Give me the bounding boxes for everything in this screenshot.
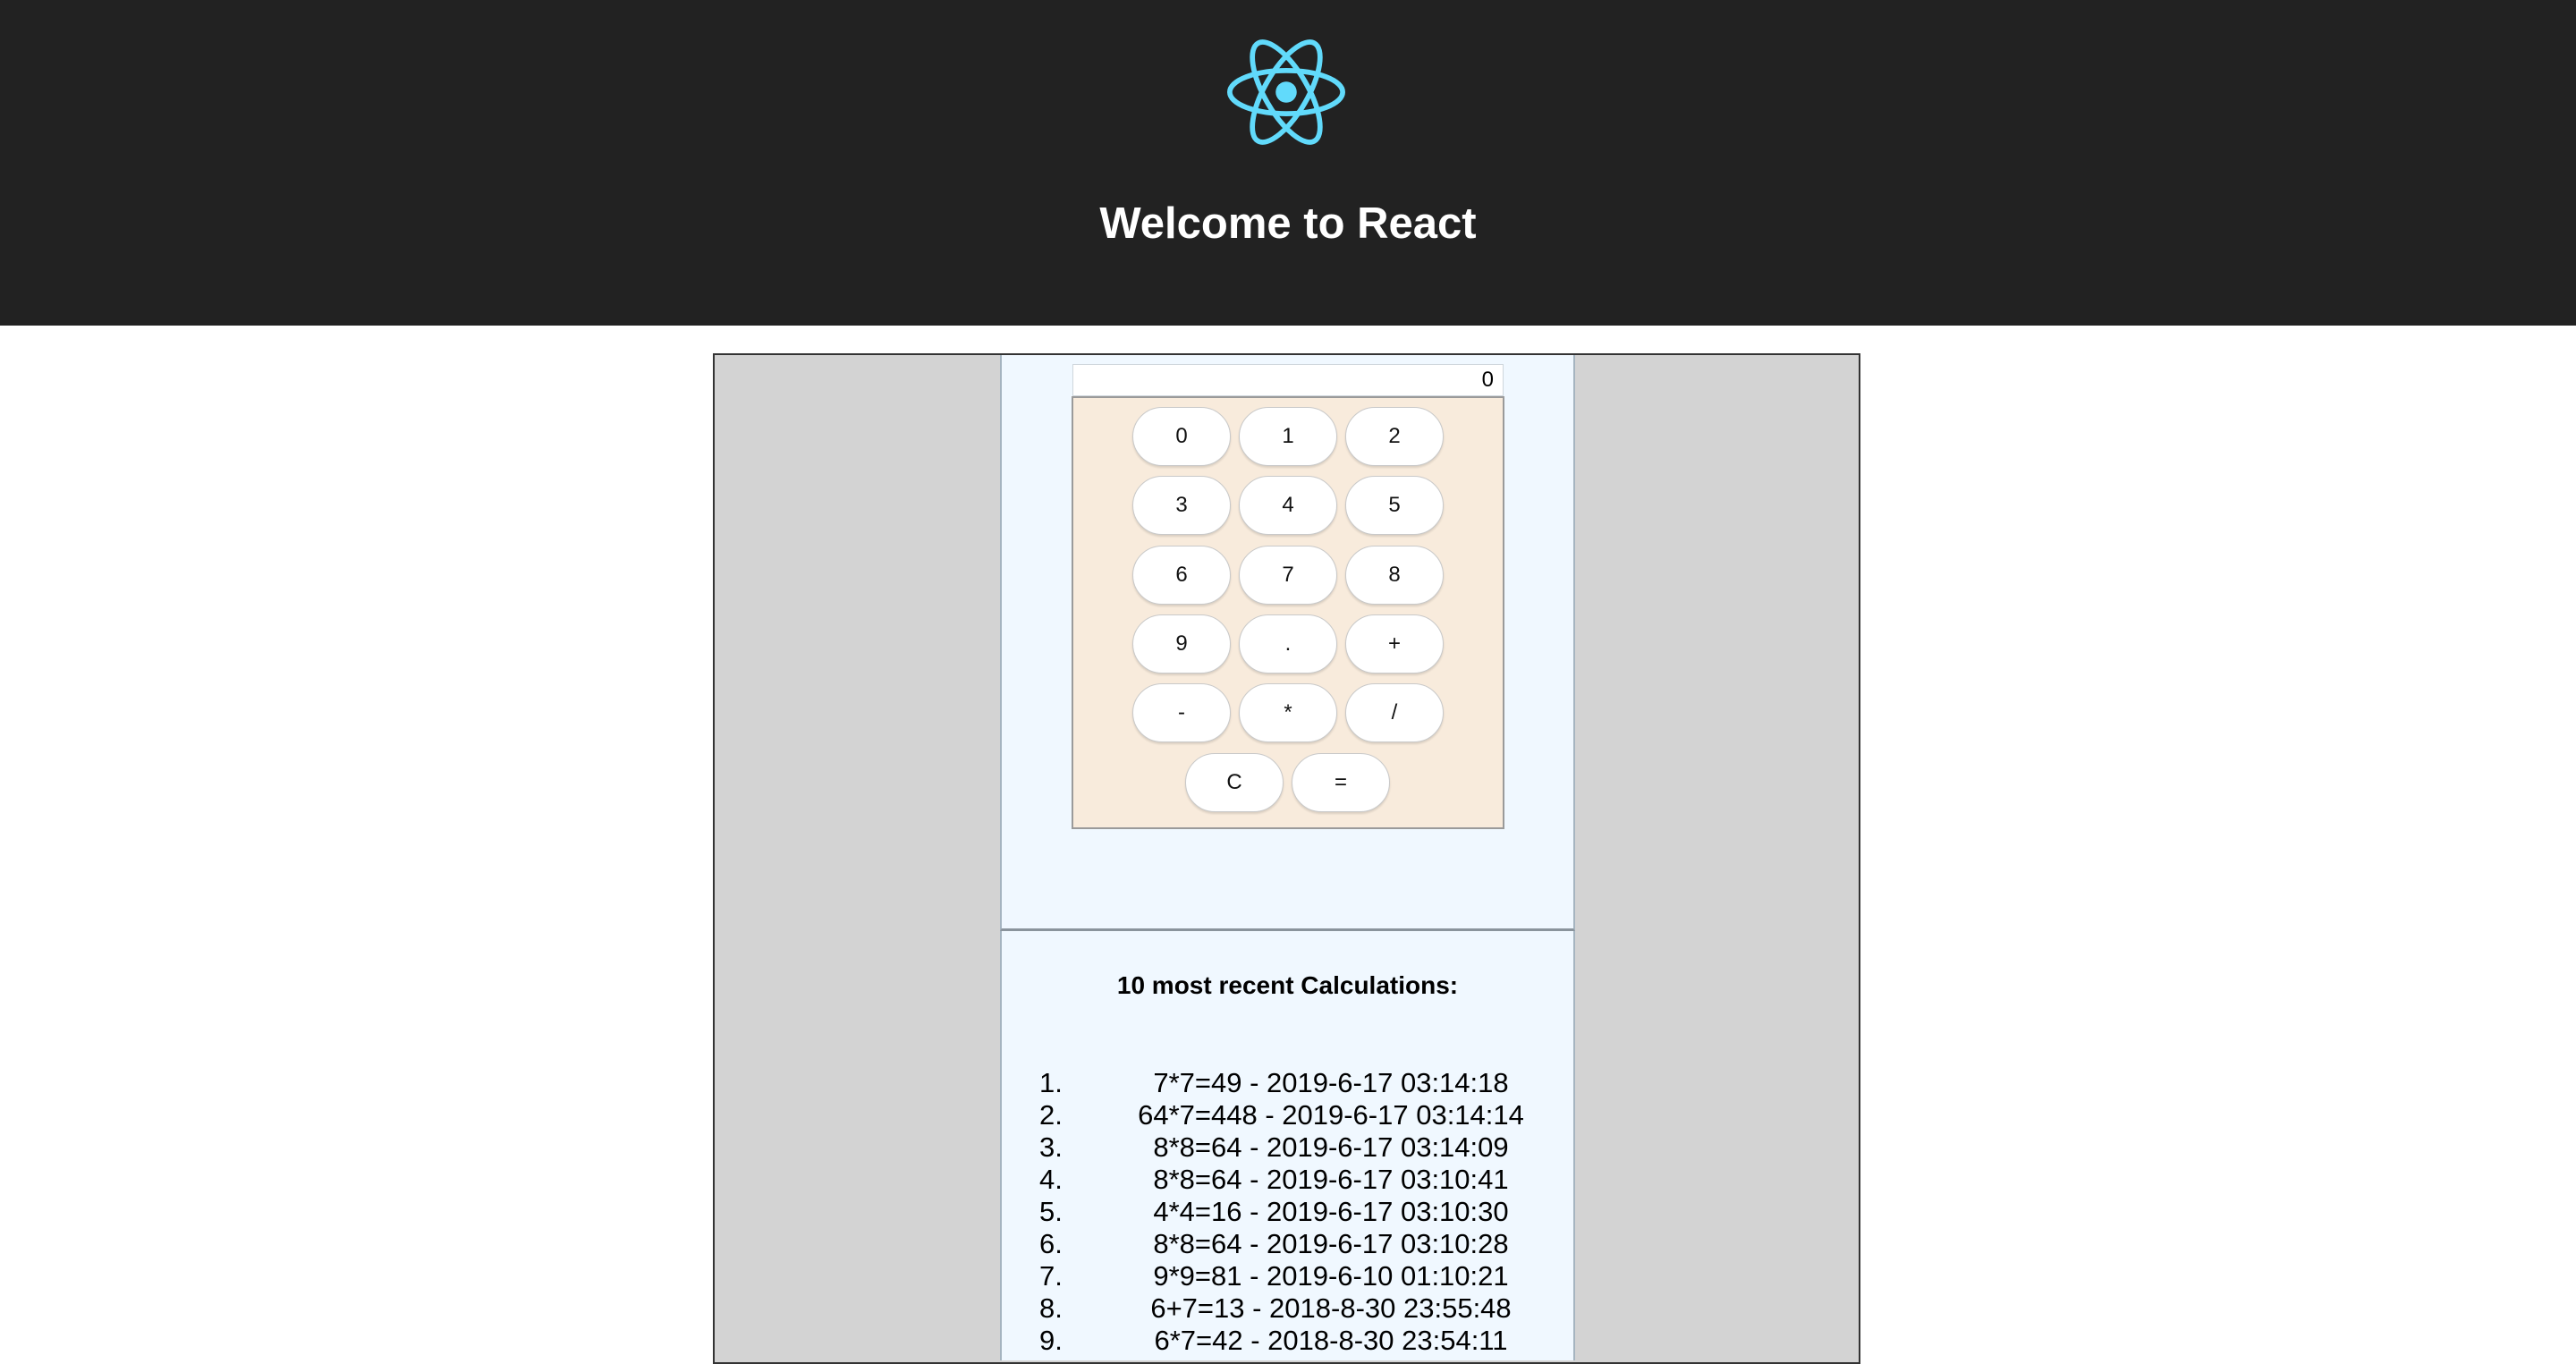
history-item-text: 8*8=64 - 2019-6-17 03:10:28 — [1153, 1228, 1509, 1259]
key-3-button[interactable]: 3 — [1132, 476, 1231, 535]
key-4-button[interactable]: 4 — [1239, 476, 1337, 535]
history-item-number: 8. — [1039, 1292, 1063, 1324]
history-item: 5. 4*4=16 - 2019-6-17 03:10:30 — [1000, 1196, 1575, 1228]
history-item: 6. 8*8=64 - 2019-6-17 03:10:28 — [1000, 1228, 1575, 1260]
key-0-button[interactable]: 0 — [1132, 407, 1231, 466]
history-item: 1. 7*7=49 - 2019-6-17 03:14:18 — [1000, 1067, 1575, 1099]
history-item-number: 2. — [1039, 1099, 1063, 1131]
history-item-text: 7*7=49 - 2019-6-17 03:14:18 — [1153, 1067, 1509, 1098]
key-equals-button[interactable]: = — [1292, 753, 1390, 812]
app-header: Welcome to React — [0, 0, 2576, 326]
key-9-button[interactable]: 9 — [1132, 614, 1231, 674]
history-item-number: 5. — [1039, 1196, 1063, 1227]
history-item-text: 64*7=448 - 2019-6-17 03:14:14 — [1138, 1099, 1524, 1131]
history-item-number: 3. — [1039, 1131, 1063, 1163]
key-plus-button[interactable]: + — [1345, 614, 1444, 674]
key-multiply-button[interactable]: * — [1239, 683, 1337, 742]
key-clear-button[interactable]: C — [1185, 753, 1284, 812]
history-item-text: 9*9=81 - 2019-6-10 01:10:21 — [1153, 1260, 1509, 1292]
history-item: 4. 8*8=64 - 2019-6-17 03:10:41 — [1000, 1164, 1575, 1196]
calculator-display[interactable]: 0 — [1072, 364, 1504, 396]
history-item: 8. 6+7=13 - 2018-8-30 23:55:48 — [1000, 1292, 1575, 1325]
history-item-text: 6*7=42 - 2018-8-30 23:54:11 — [1154, 1325, 1508, 1356]
key-divide-button[interactable]: / — [1345, 683, 1444, 742]
key-decimal-button[interactable]: . — [1239, 614, 1337, 674]
history-item-number: 9. — [1039, 1325, 1063, 1356]
react-logo-icon — [1227, 39, 1345, 145]
key-minus-button[interactable]: - — [1132, 683, 1231, 742]
history-item-number: 7. — [1039, 1260, 1063, 1292]
key-7-button[interactable]: 7 — [1239, 546, 1337, 605]
history-heading: 10 most recent Calculations: — [1116, 971, 1459, 999]
key-1-button[interactable]: 1 — [1239, 407, 1337, 466]
history-item: 7. 9*9=81 - 2019-6-10 01:10:21 — [1000, 1260, 1575, 1292]
history-item-text: 6+7=13 - 2018-8-30 23:55:48 — [1150, 1292, 1512, 1324]
history-item-text: 8*8=64 - 2019-6-17 03:10:41 — [1153, 1164, 1509, 1195]
history-item-text: 4*4=16 - 2019-6-17 03:10:30 — [1153, 1196, 1509, 1227]
page-title: Welcome to React — [1099, 199, 1477, 248]
key-8-button[interactable]: 8 — [1345, 546, 1444, 605]
history-item-number: 4. — [1039, 1164, 1063, 1195]
history-item-number: 1. — [1039, 1067, 1063, 1098]
history-item-number: 6. — [1039, 1228, 1063, 1259]
history-item: 2. 64*7=448 - 2019-6-17 03:14:14 — [1000, 1099, 1575, 1131]
key-2-button[interactable]: 2 — [1345, 407, 1444, 466]
key-6-button[interactable]: 6 — [1132, 546, 1231, 605]
history-item-text: 8*8=64 - 2019-6-17 03:14:09 — [1153, 1131, 1509, 1163]
key-5-button[interactable]: 5 — [1345, 476, 1444, 535]
history-item: 9. 6*7=42 - 2018-8-30 23:54:11 — [1000, 1325, 1575, 1357]
history-item: 3. 8*8=64 - 2019-6-17 03:14:09 — [1000, 1131, 1575, 1164]
